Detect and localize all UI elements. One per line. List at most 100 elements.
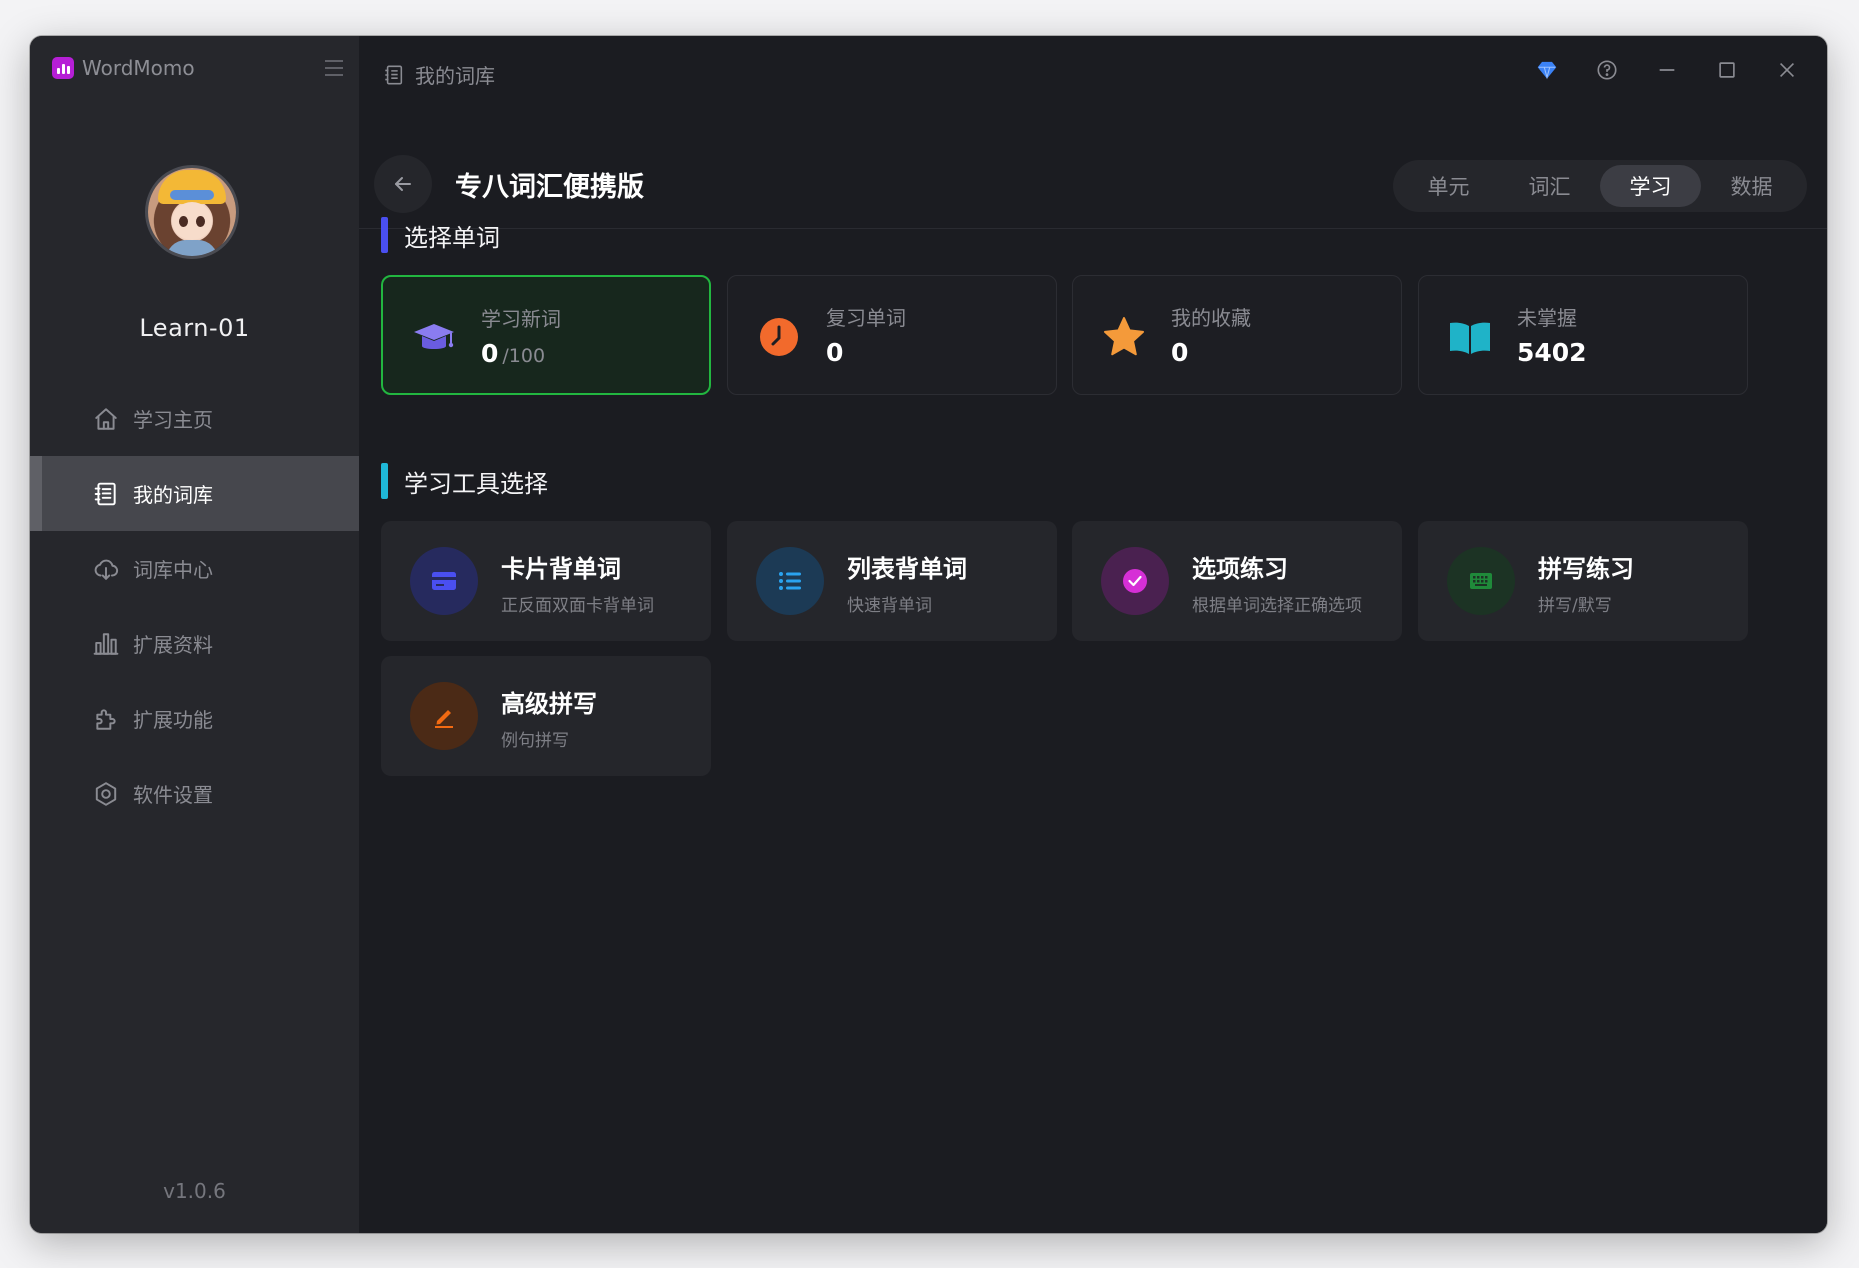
card-value: 0 — [826, 338, 844, 367]
card-value: 0/100 — [481, 339, 546, 368]
card-value: 5402 — [1517, 338, 1587, 367]
avatar[interactable] — [148, 168, 236, 256]
close-icon — [1779, 62, 1795, 78]
card-value: 0 — [1171, 338, 1189, 367]
window-controls — [1517, 52, 1817, 88]
tool-desc: 例句拼写 — [501, 731, 569, 751]
bar-chart-icon — [93, 632, 119, 655]
sidebar-item-label: 软件设置 — [133, 783, 213, 807]
tab-vocabulary[interactable]: 词汇 — [1499, 165, 1600, 207]
page-header: 专八词汇便携版 单元 词汇 学习 数据 — [359, 118, 1827, 229]
card-label: 未掌握 — [1517, 306, 1577, 330]
sidebar-item-label: 词库中心 — [133, 558, 213, 582]
help-icon — [1597, 60, 1617, 80]
sidebar-item-settings[interactable]: 软件设置 — [30, 756, 359, 831]
section-title-label: 学习工具选择 — [404, 469, 548, 498]
section-accent-bar — [381, 463, 388, 499]
cloud-download-icon — [94, 559, 119, 580]
keyboard-icon — [1470, 573, 1492, 589]
book-list-icon — [385, 65, 403, 84]
card-label: 复习单词 — [826, 306, 906, 330]
sidebar-item-label: 扩展资料 — [133, 633, 213, 657]
tool-list-memorize[interactable]: 列表背单词 快速背单词 — [727, 521, 1057, 641]
list-icon — [779, 572, 801, 590]
graduation-cap-icon — [414, 324, 454, 349]
tool-desc: 拼写/默写 — [1538, 596, 1612, 616]
app-version: v1.0.6 — [163, 1179, 226, 1203]
tab-data[interactable]: 数据 — [1701, 165, 1802, 207]
tool-desc: 正反面双面卡背单词 — [501, 596, 654, 616]
sidebar-item-label: 我的词库 — [133, 483, 213, 507]
back-button[interactable] — [374, 155, 432, 213]
tab-study[interactable]: 学习 — [1600, 165, 1701, 207]
app-name: WordMomo — [82, 56, 195, 80]
tool-spelling-practice[interactable]: 拼写练习 拼写/默写 — [1418, 521, 1748, 641]
app-logo-icon — [52, 57, 74, 79]
minimize-icon — [1659, 69, 1675, 71]
breadcrumb-label: 我的词库 — [415, 64, 495, 88]
diamond-icon — [1537, 61, 1557, 80]
maximize-button[interactable] — [1697, 52, 1757, 88]
help-button[interactable] — [1577, 52, 1637, 88]
sidebar-item-library-center[interactable]: 词库中心 — [30, 531, 359, 606]
close-button[interactable] — [1757, 52, 1817, 88]
card-label: 学习新词 — [481, 307, 561, 331]
puzzle-icon — [96, 708, 116, 730]
username: Learn-01 — [139, 314, 250, 342]
sidebar-nav: 学习主页 我的词库 词库中心 扩展资料 扩展功能 软件设置 — [30, 381, 359, 831]
tool-name: 列表背单词 — [847, 555, 967, 583]
sidebar-item-extensions[interactable]: 扩展功能 — [30, 681, 359, 756]
section-tools-title: 学习工具选择 — [381, 463, 548, 499]
main-panel: 我的词库 专八词汇便携版 单元 词汇 学习 数据 选择单词 学习新词 0 /10… — [359, 36, 1827, 1233]
tool-name: 卡片背单词 — [501, 555, 621, 583]
arrow-left-icon — [395, 177, 411, 191]
tool-advanced-spelling[interactable]: 高级拼写 例句拼写 — [381, 656, 711, 776]
tool-name: 高级拼写 — [501, 690, 597, 718]
tool-flashcards[interactable]: 卡片背单词 正反面双面卡背单词 — [381, 521, 711, 641]
home-icon — [95, 407, 117, 430]
minimize-button[interactable] — [1637, 52, 1697, 88]
section-title-label: 选择单词 — [404, 223, 500, 252]
sidebar-item-label: 扩展功能 — [133, 708, 213, 732]
sidebar-item-extra-materials[interactable]: 扩展资料 — [30, 606, 359, 681]
breadcrumb: 我的词库 — [383, 60, 495, 89]
sidebar-item-home[interactable]: 学习主页 — [30, 381, 359, 456]
card-value-total: /100 — [502, 345, 546, 367]
learn-new-words-card[interactable]: 学习新词 0/100 — [381, 275, 711, 395]
maximize-icon — [1719, 62, 1735, 78]
pencil-icon — [435, 710, 453, 728]
star-icon — [1104, 317, 1144, 356]
menu-icon[interactable] — [323, 58, 345, 78]
tool-icon-badge — [1101, 547, 1169, 615]
settings-icon — [95, 781, 117, 806]
sidebar-item-my-library[interactable]: 我的词库 — [30, 456, 359, 531]
tool-choice-practice[interactable]: 选项练习 根据单词选择正确选项 — [1072, 521, 1402, 641]
sidebar: WordMomo Learn-01 学习主页 我的词库 词库中心 扩展资料 扩展… — [30, 36, 359, 1233]
not-mastered-card[interactable]: 未掌握 5402 — [1418, 275, 1748, 395]
premium-button[interactable] — [1517, 52, 1577, 88]
tab-units[interactable]: 单元 — [1398, 165, 1499, 207]
view-tabs: 单元 词汇 学习 数据 — [1393, 160, 1807, 212]
page-title: 专八词汇便携版 — [455, 172, 644, 203]
tool-desc: 根据单词选择正确选项 — [1192, 596, 1362, 616]
check-circle-icon — [1123, 569, 1147, 593]
app-window: WordMomo Learn-01 学习主页 我的词库 词库中心 扩展资料 扩展… — [30, 36, 1827, 1233]
tool-name: 拼写练习 — [1538, 555, 1634, 583]
tool-icon-badge — [756, 547, 824, 615]
brand: WordMomo — [52, 53, 195, 83]
favorites-card[interactable]: 我的收藏 0 — [1072, 275, 1402, 395]
review-words-card[interactable]: 复习单词 0 — [727, 275, 1057, 395]
tool-icon-badge — [410, 682, 478, 750]
open-book-icon — [1450, 322, 1490, 354]
book-list-icon — [94, 482, 116, 505]
tool-icon-badge — [1447, 547, 1515, 615]
section-select-words-title: 选择单词 — [381, 217, 500, 253]
card-label: 我的收藏 — [1171, 306, 1251, 330]
tool-icon-badge — [410, 547, 478, 615]
clock-icon — [760, 318, 798, 356]
tool-name: 选项练习 — [1192, 555, 1288, 583]
section-accent-bar — [381, 217, 388, 253]
card-icon — [432, 572, 456, 590]
tool-desc: 快速背单词 — [847, 596, 932, 616]
sidebar-item-label: 学习主页 — [133, 408, 213, 432]
